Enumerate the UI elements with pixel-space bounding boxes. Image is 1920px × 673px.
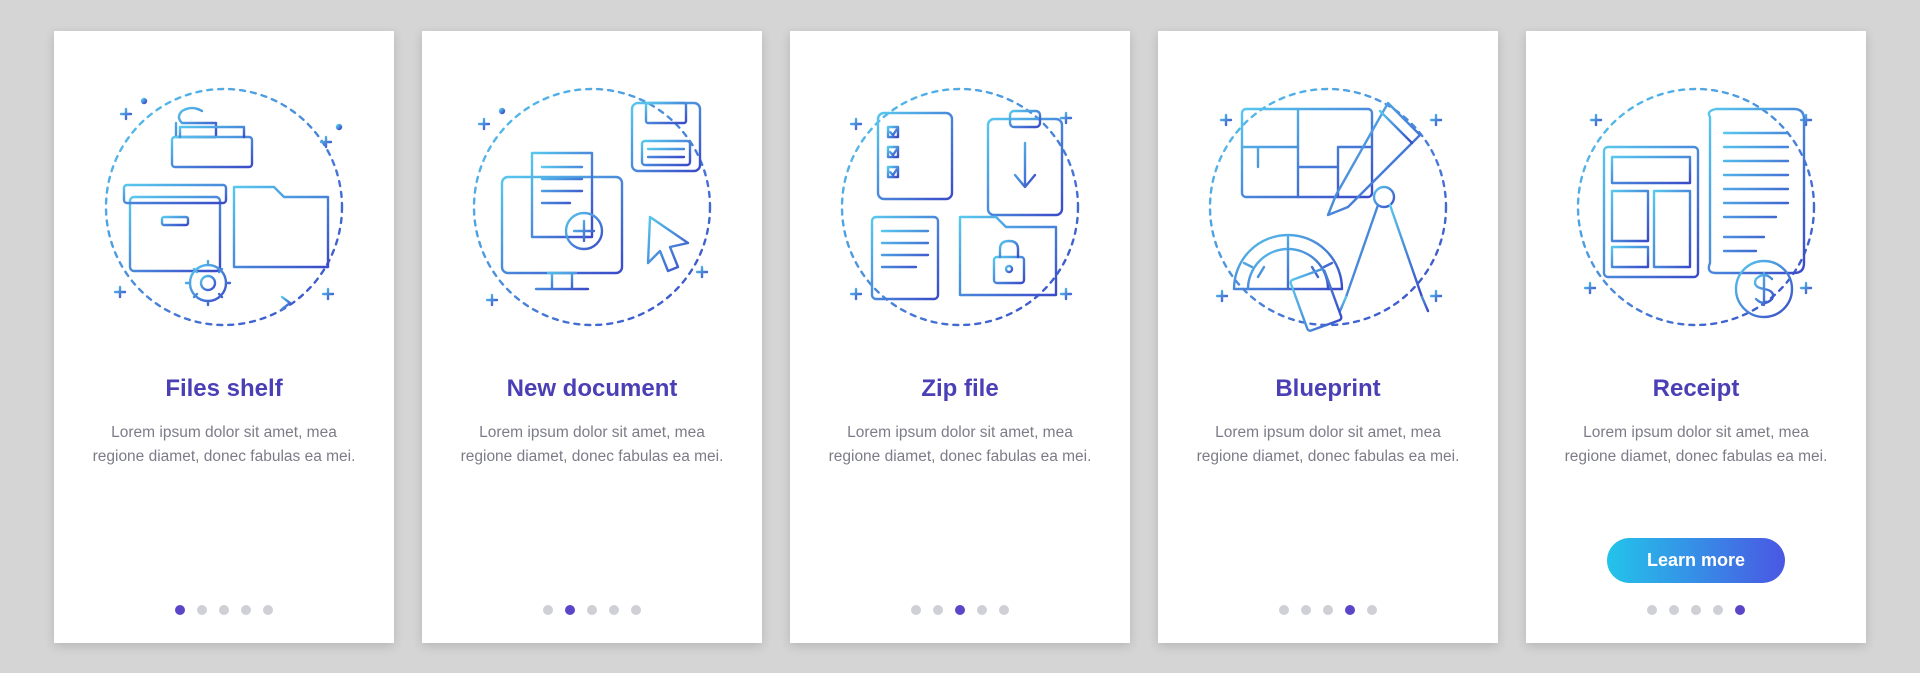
dot[interactable] [933,605,943,615]
pagination-dots [1279,605,1377,615]
pagination-dots [911,605,1009,615]
dot[interactable] [631,605,641,615]
dot[interactable] [565,605,575,615]
dot[interactable] [1691,605,1701,615]
card-description: Lorem ipsum dolor sit amet, mea regione … [820,421,1100,469]
new-document-icon [452,67,732,347]
files-shelf-icon [84,67,364,347]
dot[interactable] [543,605,553,615]
dot[interactable] [263,605,273,615]
dot[interactable] [219,605,229,615]
dot[interactable] [977,605,987,615]
card-description: Lorem ipsum dolor sit amet, mea regione … [452,421,732,469]
dot[interactable] [911,605,921,615]
dot[interactable] [1735,605,1745,615]
dot[interactable] [1669,605,1679,615]
receipt-icon [1556,67,1836,347]
onboarding-card-zip-file: Zip file Lorem ipsum dolor sit amet, mea… [790,31,1130,643]
dot[interactable] [1323,605,1333,615]
learn-more-button[interactable]: Learn more [1607,538,1785,583]
zip-file-icon [820,67,1100,347]
dot[interactable] [1279,605,1289,615]
onboarding-card-blueprint: Blueprint Lorem ipsum dolor sit amet, me… [1158,31,1498,643]
card-description: Lorem ipsum dolor sit amet, mea regione … [1556,421,1836,469]
pagination-dots [1647,605,1745,615]
card-title: Files shelf [165,375,282,403]
pagination-dots [175,605,273,615]
blueprint-icon [1188,67,1468,347]
onboarding-card-new-document: New document Lorem ipsum dolor sit amet,… [422,31,762,643]
dot[interactable] [1345,605,1355,615]
card-title: New document [507,375,678,403]
dot[interactable] [1301,605,1311,615]
card-title: Receipt [1653,375,1740,403]
dot[interactable] [955,605,965,615]
card-title: Zip file [921,375,998,403]
card-description: Lorem ipsum dolor sit amet, mea regione … [1188,421,1468,469]
dot[interactable] [1647,605,1657,615]
card-title: Blueprint [1275,375,1380,403]
onboarding-card-receipt: Receipt Lorem ipsum dolor sit amet, mea … [1526,31,1866,643]
pagination-dots [543,605,641,615]
dot[interactable] [587,605,597,615]
dot[interactable] [241,605,251,615]
dot[interactable] [1367,605,1377,615]
dot[interactable] [1713,605,1723,615]
dot[interactable] [999,605,1009,615]
dot[interactable] [197,605,207,615]
card-description: Lorem ipsum dolor sit amet, mea regione … [84,421,364,469]
dot[interactable] [175,605,185,615]
onboarding-card-files-shelf: Files shelf Lorem ipsum dolor sit amet, … [54,31,394,643]
dot[interactable] [609,605,619,615]
